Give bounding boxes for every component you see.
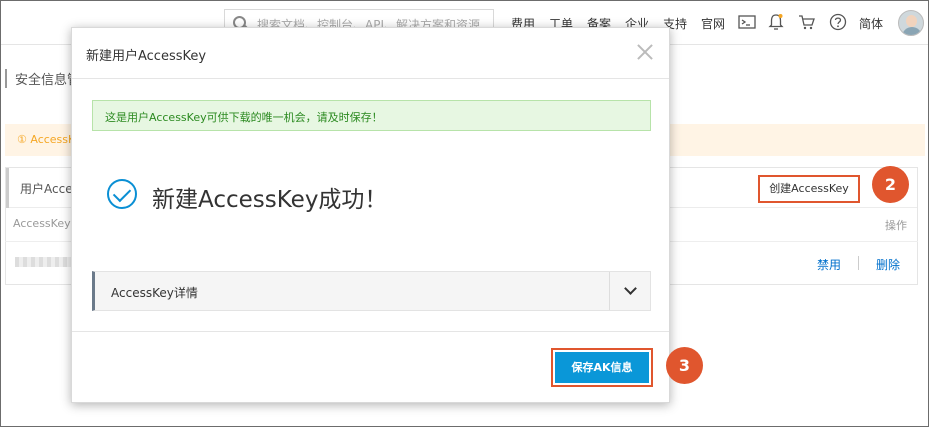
close-icon[interactable] xyxy=(635,42,655,62)
panel-header-accent xyxy=(6,168,9,208)
cart-icon[interactable] xyxy=(798,13,816,31)
bell-icon[interactable] xyxy=(767,13,785,31)
terminal-icon[interactable] xyxy=(738,13,756,31)
create-accesskey-dialog: 新建用户AccessKey 这是用户AccessKey可供下载的唯一机会，请及时… xyxy=(71,27,670,403)
step-marker-3: 3 xyxy=(666,347,703,384)
accesskey-details-collapse[interactable]: AccessKey详情 xyxy=(92,271,651,311)
dialog-header-divider xyxy=(72,78,669,79)
download-notice-text: 这是用户AccessKey可供下载的唯一机会，请及时保存！ xyxy=(105,111,383,124)
create-accesskey-button[interactable]: 创建AccessKey xyxy=(758,175,860,203)
action-separator xyxy=(858,256,859,270)
check-circle-icon xyxy=(107,179,137,209)
details-divider xyxy=(609,272,610,310)
browser-frame: 搜索文档、控制台、API、解决方案和资源 费用 工单 备案 企业 支持 官网 简… xyxy=(0,0,929,427)
delete-link[interactable]: 删除 xyxy=(876,256,900,273)
disable-link[interactable]: 禁用 xyxy=(817,256,841,273)
save-ak-info-button[interactable]: 保存AK信息 xyxy=(555,352,649,383)
success-message: 新建AccessKey成功！ xyxy=(152,187,388,213)
column-header-action: 操作 xyxy=(885,219,907,232)
download-notice: 这是用户AccessKey可供下载的唯一机会，请及时保存！ xyxy=(92,100,651,131)
dialog-footer-divider xyxy=(72,331,669,332)
accesskey-details-label: AccessKey详情 xyxy=(111,286,198,300)
dialog-title: 新建用户AccessKey xyxy=(86,49,207,64)
chevron-down-icon[interactable] xyxy=(624,282,637,295)
save-button-highlight: 保存AK信息 xyxy=(551,348,653,387)
masked-accesskey-id xyxy=(15,257,75,267)
help-icon[interactable] xyxy=(829,13,847,31)
language-switch[interactable]: 简体 xyxy=(859,15,883,32)
step-marker-2: 2 xyxy=(872,166,909,203)
user-avatar[interactable] xyxy=(898,10,924,36)
column-header-accesskey: AccessKey xyxy=(13,217,71,230)
nav-official-site[interactable]: 官网 xyxy=(701,15,725,32)
